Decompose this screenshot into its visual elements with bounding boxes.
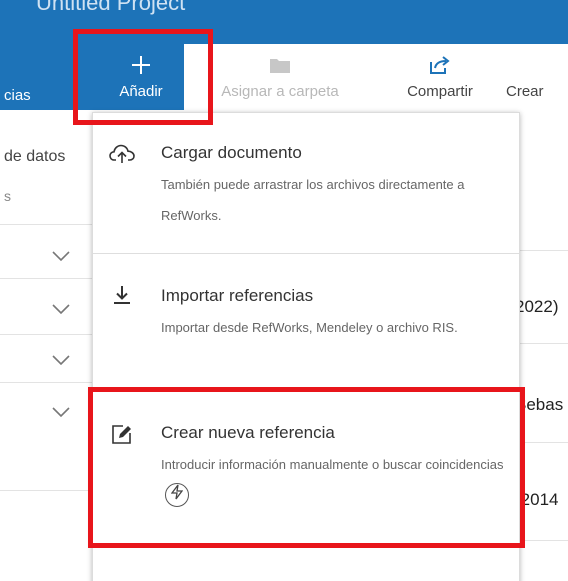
- chevron-down-icon[interactable]: [52, 303, 70, 315]
- chevron-down-icon[interactable]: [52, 406, 70, 418]
- folder-icon: [205, 54, 355, 76]
- project-title: Untitled Project: [36, 0, 186, 15]
- divider: [0, 334, 92, 335]
- share-button[interactable]: Compartir: [385, 44, 495, 110]
- chevron-down-icon[interactable]: [52, 354, 70, 366]
- divider: [515, 250, 568, 251]
- left-active-tab-label: cias: [4, 87, 31, 104]
- cloud-upload-icon: [109, 141, 135, 167]
- upload-document-description: También puede arrastrar los archivos dir…: [161, 177, 465, 223]
- divider: [0, 224, 92, 225]
- share-label: Compartir: [407, 83, 473, 100]
- left-panel: de datos s: [0, 110, 92, 581]
- list-item[interactable]: 2022): [515, 297, 558, 317]
- highlight-box-create-reference: [88, 387, 525, 548]
- create-button[interactable]: Crear: [506, 44, 568, 110]
- divider: [515, 343, 568, 344]
- assign-folder-button[interactable]: Asignar a carpeta: [205, 44, 355, 110]
- menu-item-import-references[interactable]: Importar referencias Importar desde RefW…: [93, 254, 519, 389]
- import-references-description: Importar desde RefWorks, Mendeley o arch…: [161, 320, 458, 335]
- import-references-title: Importar referencias: [161, 286, 314, 305]
- highlight-box-add: [73, 29, 213, 125]
- assign-folder-label: Asignar a carpeta: [221, 83, 339, 100]
- left-panel-item-label[interactable]: de datos: [4, 148, 65, 166]
- menu-item-upload-document[interactable]: Cargar documento También puede arrastrar…: [93, 113, 519, 253]
- share-icon: [385, 54, 495, 76]
- chevron-down-icon[interactable]: [52, 250, 70, 262]
- divider: [0, 382, 92, 383]
- download-icon: [109, 282, 135, 308]
- upload-document-title: Cargar documento: [161, 143, 302, 162]
- left-panel-item-small: s: [4, 188, 11, 204]
- create-label: Crear: [506, 83, 544, 100]
- divider: [0, 490, 92, 491]
- divider: [0, 278, 92, 279]
